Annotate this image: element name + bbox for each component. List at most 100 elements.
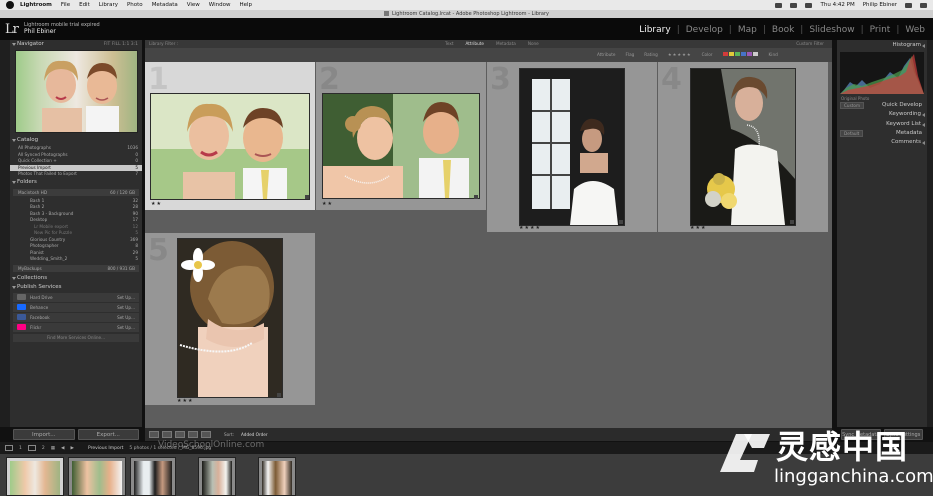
grid-view-icon[interactable]	[149, 431, 159, 438]
publish-facebook[interactable]: Facebook Set Up...	[13, 312, 139, 322]
swatch-blue[interactable]	[740, 52, 746, 56]
back-arrow-icon[interactable]: ◀	[61, 446, 64, 451]
apple-icon[interactable]	[6, 1, 14, 9]
menu-file[interactable]: File	[61, 2, 70, 8]
histogram-header[interactable]: Histogram	[837, 40, 927, 50]
grid-cell[interactable]: 3 ★★★★	[487, 62, 657, 232]
page-1[interactable]: 1	[19, 446, 22, 451]
publish-setup[interactable]: Set Up...	[117, 305, 135, 310]
grid-cell[interactable]: 1 ★★	[145, 62, 315, 210]
loupe-view-icon[interactable]	[162, 431, 172, 438]
module-print[interactable]: Print	[864, 25, 897, 35]
thumbnail-photo[interactable]	[177, 238, 283, 398]
menu-clock[interactable]: Thu 4:42 PM	[820, 2, 854, 8]
filmstrip-thumb[interactable]	[68, 457, 126, 496]
menu-view[interactable]: View	[187, 2, 200, 8]
volume-icon[interactable]	[790, 2, 798, 8]
grid-cell[interactable]: 5 ★★★	[145, 233, 315, 405]
publish-services-header[interactable]: Publish Services	[10, 283, 142, 292]
wifi-icon[interactable]	[775, 2, 783, 8]
list-icon[interactable]	[920, 2, 927, 8]
filmstrip-thumb[interactable]	[130, 457, 176, 496]
volume-macintosh-hd[interactable]: Macintosh HD 60 / 120 GB	[13, 188, 139, 196]
publish-behance[interactable]: Behance Set Up...	[13, 302, 139, 312]
menu-help[interactable]: Help	[239, 2, 252, 8]
filmstrip-thumb[interactable]	[198, 457, 236, 496]
star-rating[interactable]: ★★★	[690, 225, 706, 231]
kind-label[interactable]: Kind	[769, 52, 778, 57]
module-develop[interactable]: Develop	[680, 25, 729, 35]
menu-app-name[interactable]: Lightroom	[20, 2, 52, 8]
menu-user[interactable]: Philip Ebiner	[863, 2, 897, 8]
catalog-header[interactable]: Catalog	[10, 136, 142, 145]
compare-view-icon[interactable]	[175, 431, 185, 438]
swatch-green[interactable]	[734, 52, 740, 56]
survey-view-icon[interactable]	[188, 431, 198, 438]
forward-arrow-icon[interactable]: ▶	[70, 446, 73, 451]
color-swatches[interactable]	[722, 52, 759, 57]
quick-develop-preset[interactable]: Custom	[840, 101, 865, 109]
menu-photo[interactable]: Photo	[127, 2, 143, 8]
grid-cell[interactable]: 4 ★★★	[658, 62, 828, 232]
filter-tab-metadata[interactable]: Metadata	[496, 40, 516, 48]
star-rating[interactable]: ★★★	[177, 398, 193, 404]
comments-header[interactable]: Comments	[837, 137, 927, 147]
color-label[interactable]: Color	[702, 52, 713, 57]
star-rating[interactable]: ★★	[151, 201, 162, 207]
collections-header[interactable]: Collections	[10, 274, 142, 283]
export-button[interactable]: Export...	[77, 429, 139, 440]
navigator-header[interactable]: Navigator FIT FILL 1:1 3:1	[10, 40, 142, 49]
module-library[interactable]: Library	[633, 25, 676, 35]
menu-window[interactable]: Window	[209, 2, 231, 8]
people-view-icon[interactable]	[201, 431, 211, 438]
metadata-preset[interactable]: Default	[840, 129, 864, 137]
menu-metadata[interactable]: Metadata	[152, 2, 178, 8]
swatch-yellow[interactable]	[728, 52, 734, 56]
filter-tab-attribute[interactable]: Attribute	[465, 40, 484, 48]
thumbnail-photo[interactable]	[150, 93, 310, 200]
thumbnail-photo[interactable]	[322, 93, 480, 199]
publish-hard-drive[interactable]: Hard Drive Set Up...	[13, 292, 139, 302]
star-rating[interactable]: ★★★★	[519, 225, 541, 231]
sort-dropdown[interactable]: Added Order	[241, 432, 268, 437]
publish-flickr[interactable]: Flickr Set Up...	[13, 322, 139, 332]
menu-edit[interactable]: Edit	[79, 2, 90, 8]
quick-develop-label[interactable]: Quick Develop	[882, 102, 922, 108]
left-panel-collapse-tab[interactable]	[0, 40, 10, 427]
custom-filter-dropdown[interactable]: Custom Filter	[796, 40, 824, 48]
publish-setup[interactable]: Set Up...	[117, 315, 135, 320]
import-button[interactable]: Import...	[13, 429, 75, 440]
keyword-list-header[interactable]: Keyword List	[837, 119, 927, 129]
page-2[interactable]: 2	[42, 446, 45, 451]
filmstrip-source[interactable]: Previous Import	[88, 446, 123, 451]
module-slideshow[interactable]: Slideshow	[803, 25, 860, 35]
publish-setup[interactable]: Set Up...	[117, 295, 135, 300]
rating-stars[interactable]: ★★★★★	[668, 52, 692, 57]
filter-tab-text[interactable]: Text	[445, 40, 453, 48]
flag-label[interactable]: Flag	[626, 52, 635, 57]
window-2-icon[interactable]	[27, 445, 36, 451]
keywording-header[interactable]: Keywording	[837, 109, 927, 119]
thumbnail-photo[interactable]	[690, 68, 796, 226]
publish-setup[interactable]: Set Up...	[117, 325, 135, 330]
folder-item[interactable]: Wedding_Smith_2 5	[10, 256, 142, 263]
menu-library[interactable]: Library	[99, 2, 118, 8]
filmstrip-thumb[interactable]	[6, 457, 64, 496]
window-1-icon[interactable]	[5, 445, 13, 451]
right-panel-collapse-tab[interactable]	[927, 40, 933, 427]
metadata-label[interactable]: Metadata	[896, 130, 922, 136]
grid-cell[interactable]: 2 ★★	[316, 62, 486, 210]
rating-label[interactable]: Rating	[644, 52, 658, 57]
star-rating[interactable]: ★★	[322, 201, 333, 207]
module-map[interactable]: Map	[732, 25, 763, 35]
filter-tab-none[interactable]: None	[528, 40, 539, 48]
find-more-services-button[interactable]: Find More Services Online...	[13, 333, 139, 342]
battery-icon[interactable]	[805, 2, 813, 8]
swatch-purple[interactable]	[746, 52, 752, 56]
folders-header[interactable]: Folders	[10, 178, 142, 187]
grid-icon[interactable]: ▦	[51, 446, 55, 451]
navigator-preview[interactable]	[15, 50, 138, 133]
module-book[interactable]: Book	[766, 25, 800, 35]
volume-mybackups[interactable]: MyBackups 800 / 931 GB	[13, 264, 139, 272]
module-web[interactable]: Web	[899, 25, 931, 35]
